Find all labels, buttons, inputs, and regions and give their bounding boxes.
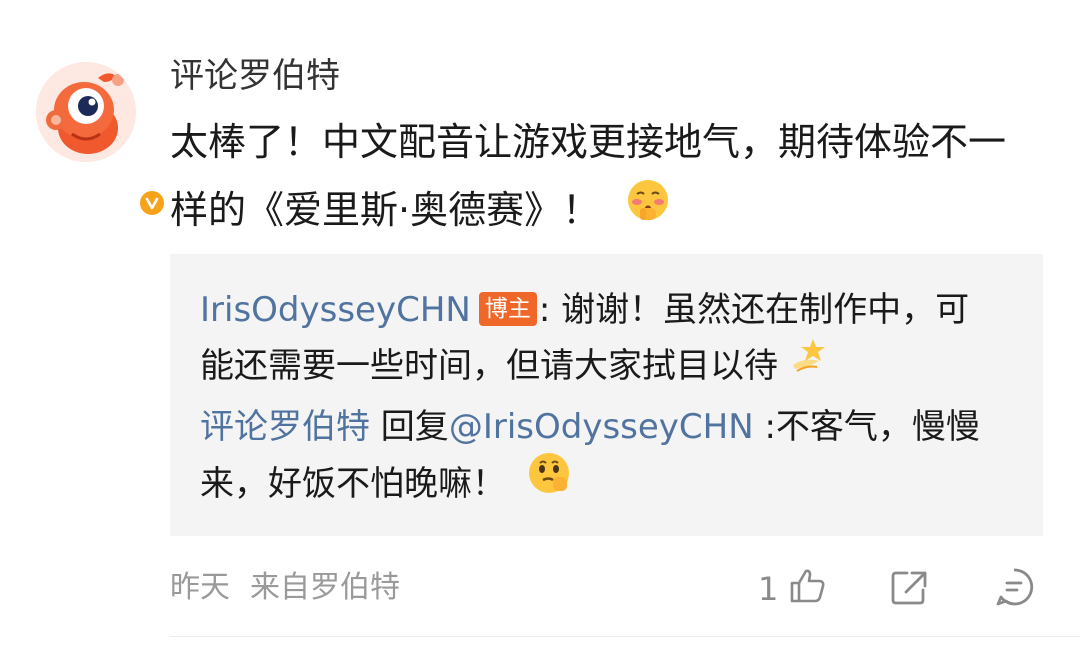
reply-box[interactable]: IrisOdysseyCHN 博主: 谢谢！虽然还在制作中，可能还需要一些时间，但…	[170, 254, 1043, 536]
reply-item: 评论罗伯特 回复@IrisOdysseyCHN :不客气，慢慢来，好饭不怕晚嘛！	[200, 399, 1000, 516]
dizzy-star-icon	[789, 335, 829, 392]
smirk-face-icon	[527, 451, 571, 512]
reply-item: IrisOdysseyCHN 博主: 谢谢！虽然还在制作中，可能还需要一些时间，但…	[200, 282, 1000, 396]
reply-author-link[interactable]: IrisOdysseyCHN	[200, 290, 471, 330]
mascot-avatar-icon	[36, 62, 136, 162]
comment-body: 太棒了！中文配音让游戏更接地气，期待体验不一样的《爱里斯·奥德赛》！	[170, 108, 1040, 247]
divider	[170, 636, 1080, 637]
comment-username[interactable]: 评论罗伯特	[170, 50, 340, 102]
verified-badge-icon	[137, 188, 167, 218]
author-badge: 博主	[478, 292, 537, 326]
comment-meta: 昨天 来自罗伯特	[170, 563, 400, 613]
share-icon[interactable]	[890, 568, 930, 608]
avatar[interactable]	[36, 62, 167, 218]
reply-author-link[interactable]: 评论罗伯特	[200, 407, 370, 447]
shy-blush-face-icon	[626, 175, 670, 243]
reply-prefix: 回复	[370, 407, 449, 447]
mention-link[interactable]: @IrisOdysseyCHN	[449, 407, 754, 447]
like-icon[interactable]	[788, 566, 828, 606]
comment-reply-icon[interactable]	[994, 567, 1034, 607]
like-count: 1	[758, 570, 779, 608]
comment-source: 来自罗伯特	[250, 570, 400, 605]
comment-text: 太棒了！中文配音让游戏更接地气，期待体验不一样的《爱里斯·奥德赛》！	[170, 120, 1007, 232]
comment-time: 昨天	[170, 570, 230, 605]
